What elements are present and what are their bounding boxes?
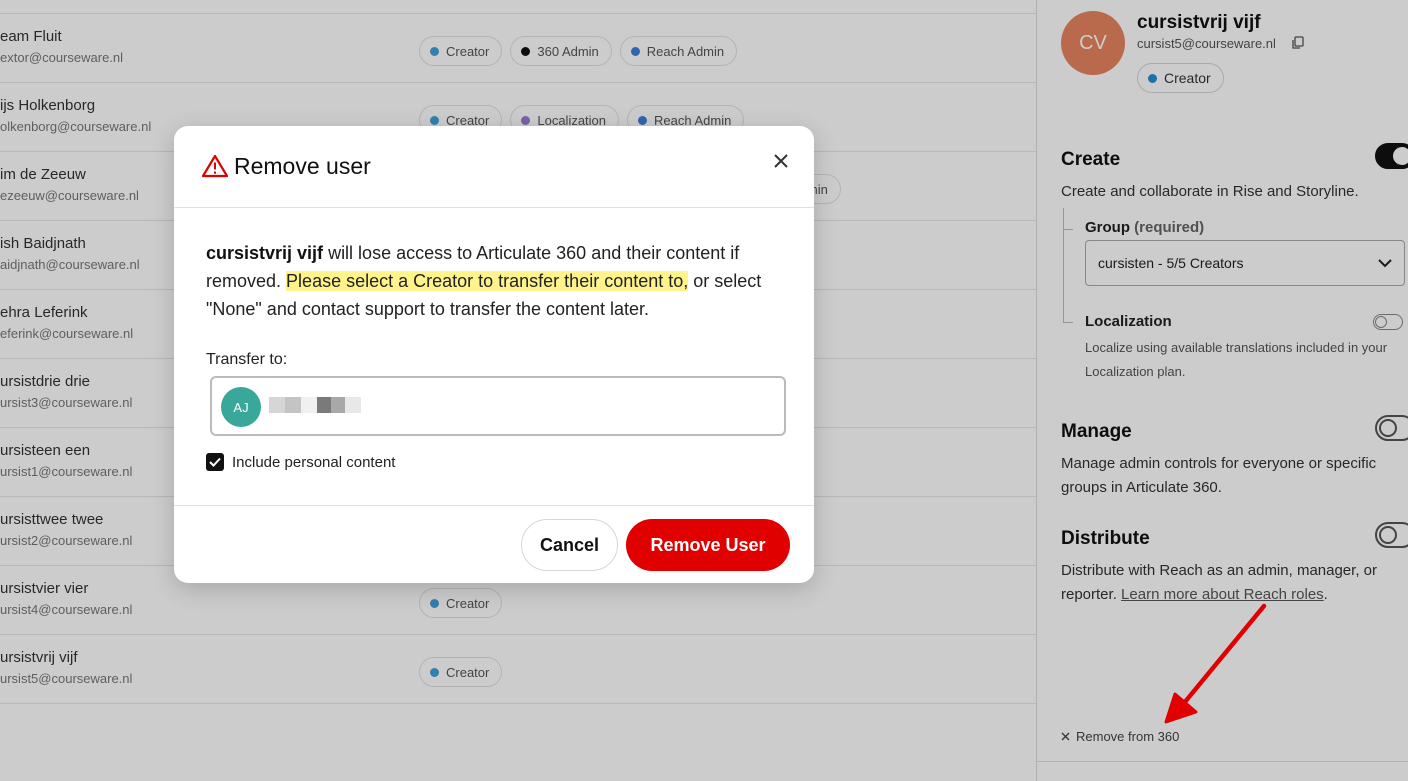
redacted-name [269, 397, 361, 413]
highlighted-instruction: Please select a Creator to transfer thei… [286, 271, 689, 291]
dialog-title: Remove user [234, 153, 371, 179]
transfer-label: Transfer to: [206, 351, 288, 368]
cancel-button[interactable]: Cancel [521, 519, 618, 571]
transfer-select[interactable]: AJ [210, 376, 786, 436]
checkmark-icon [209, 457, 221, 467]
remove-user-dialog: Remove user cursistvrij vijf will lose a… [174, 126, 814, 583]
include-personal-label[interactable]: Include personal content [232, 454, 395, 471]
dialog-header: Remove user [174, 126, 814, 208]
dialog-footer-divider [174, 505, 814, 506]
warning-icon [202, 154, 228, 178]
avatar: AJ [221, 387, 261, 427]
dialog-message: cursistvrij vijf will lose access to Art… [206, 239, 796, 323]
include-personal-checkbox[interactable] [206, 453, 224, 471]
close-icon[interactable] [770, 150, 792, 172]
dialog-user-name: cursistvrij vijf [206, 243, 324, 263]
remove-user-button[interactable]: Remove User [626, 519, 790, 571]
